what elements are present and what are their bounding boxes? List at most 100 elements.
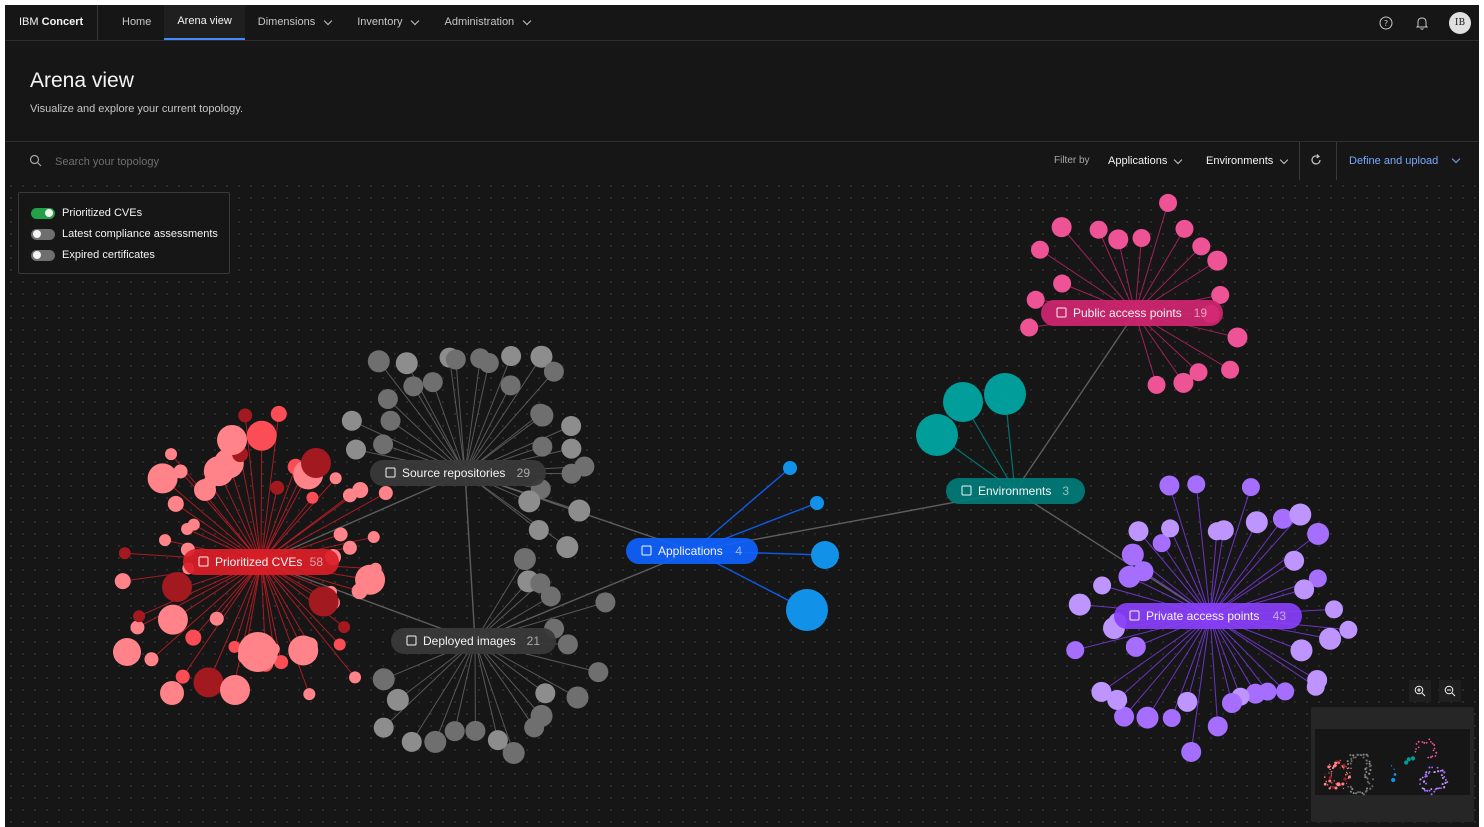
toggle-on-icon[interactable] [31, 207, 55, 219]
legend-item-prioritized-cves[interactable]: Prioritized CVEs [31, 207, 142, 219]
cve-node[interactable] [133, 610, 146, 623]
deployed-image-node[interactable] [513, 548, 536, 571]
public-access-node[interactable] [1132, 228, 1151, 247]
deployed-image-node[interactable] [540, 586, 561, 607]
cve-node[interactable] [187, 518, 200, 531]
environment-node[interactable] [984, 373, 1026, 415]
private-access-node[interactable] [1213, 520, 1234, 541]
filter-environments-dropdown[interactable]: Environments [1206, 142, 1289, 180]
deployed-image-node[interactable] [372, 668, 395, 691]
toggle-off-icon[interactable] [31, 249, 55, 261]
deployed-image-node[interactable] [444, 721, 465, 742]
source-repo-node[interactable] [501, 346, 522, 367]
refresh-icon[interactable] [1309, 153, 1323, 172]
public-access-node[interactable] [1020, 318, 1039, 337]
hub-private[interactable]: Private access points 43 [1114, 603, 1302, 629]
deployed-image-node[interactable] [401, 731, 422, 752]
deployed-image-node[interactable] [595, 592, 616, 613]
hub-cves[interactable]: Prioritized CVEs 58 [183, 549, 339, 575]
deployed-image-node[interactable] [566, 686, 589, 709]
deployed-image-node[interactable] [535, 683, 556, 704]
nav-inventory[interactable]: Inventory [344, 5, 431, 40]
cve-node[interactable] [351, 583, 368, 600]
toggle-off-icon[interactable] [31, 228, 55, 240]
hub-apps[interactable]: Applications 4 [626, 538, 758, 564]
private-access-node[interactable] [1276, 682, 1295, 701]
private-access-node[interactable] [1181, 741, 1202, 762]
cve-node[interactable] [352, 481, 369, 498]
hub-envs[interactable]: Environments 3 [946, 478, 1085, 504]
private-access-node[interactable] [1289, 503, 1312, 526]
cve-node[interactable] [301, 448, 331, 478]
hub-images[interactable]: Deployed images 21 [391, 628, 556, 654]
private-access-node[interactable] [1294, 579, 1315, 600]
cve-node[interactable] [162, 572, 192, 602]
private-access-node[interactable] [1093, 576, 1112, 595]
source-repo-node[interactable] [367, 350, 390, 373]
nav-administration[interactable]: Administration [431, 5, 543, 40]
cve-node[interactable] [306, 491, 319, 504]
deployed-image-node[interactable] [487, 730, 508, 751]
legend-item-compliance[interactable]: Latest compliance assessments [31, 228, 218, 240]
cve-node[interactable] [349, 671, 362, 684]
cve-node[interactable] [167, 495, 184, 512]
cve-node[interactable] [367, 531, 380, 544]
private-access-node[interactable] [1091, 681, 1112, 702]
cve-node[interactable] [238, 632, 278, 672]
source-repo-node[interactable] [373, 434, 394, 455]
source-repo-node[interactable] [528, 519, 549, 540]
chevron-down-icon[interactable] [1451, 154, 1461, 164]
cve-node[interactable] [175, 669, 190, 684]
public-access-node[interactable] [1159, 193, 1178, 212]
cve-node[interactable] [270, 480, 285, 495]
application-node[interactable] [810, 496, 824, 510]
public-access-node[interactable] [1108, 229, 1129, 250]
cve-node[interactable] [303, 688, 316, 701]
private-access-node[interactable] [1339, 620, 1358, 639]
private-access-node[interactable] [1136, 706, 1159, 729]
source-repo-node[interactable] [543, 361, 564, 382]
cve-node[interactable] [209, 611, 224, 626]
hub-public[interactable]: Public access points 19 [1041, 300, 1223, 326]
cve-node[interactable] [338, 621, 351, 634]
private-access-node[interactable] [1161, 519, 1180, 538]
cve-node[interactable] [238, 408, 253, 423]
public-access-node[interactable] [1053, 274, 1072, 293]
deployed-image-node[interactable] [373, 717, 394, 738]
cve-node[interactable] [185, 629, 202, 646]
nav-home[interactable]: Home [109, 5, 164, 40]
deployed-image-node[interactable] [524, 717, 545, 738]
private-access-node[interactable] [1307, 522, 1330, 545]
cve-node[interactable] [157, 604, 188, 635]
private-access-node[interactable] [1187, 475, 1206, 494]
private-access-node[interactable] [1177, 691, 1198, 712]
source-repo-node[interactable] [561, 416, 582, 437]
source-repo-node[interactable] [345, 439, 366, 460]
source-repo-node[interactable] [341, 410, 362, 431]
topology-canvas[interactable]: Prioritized CVEs 58 Source repositories 29 D… [5, 180, 1479, 827]
public-access-node[interactable] [1221, 360, 1240, 379]
source-repo-node[interactable] [561, 438, 582, 459]
public-access-node[interactable] [1175, 219, 1194, 238]
private-access-node[interactable] [1125, 636, 1146, 657]
private-access-node[interactable] [1068, 593, 1091, 616]
cve-node[interactable] [144, 652, 159, 667]
source-repo-node[interactable] [532, 436, 553, 457]
deployed-image-node[interactable] [424, 730, 447, 753]
public-access-node[interactable] [1089, 220, 1108, 239]
nav-arena-view[interactable]: Arena view [164, 5, 245, 40]
user-avatar[interactable]: IB [1449, 11, 1471, 34]
private-access-node[interactable] [1162, 709, 1181, 728]
nav-dimensions[interactable]: Dimensions [245, 5, 344, 40]
public-access-node[interactable] [1192, 237, 1211, 256]
deployed-image-node[interactable] [465, 720, 486, 741]
deployed-image-node[interactable] [588, 662, 609, 683]
cve-node[interactable] [159, 534, 172, 547]
private-access-node[interactable] [1066, 641, 1085, 660]
source-repo-node[interactable] [422, 372, 443, 393]
cve-node[interactable] [193, 667, 224, 698]
application-node[interactable] [786, 589, 828, 631]
source-repo-node[interactable] [377, 388, 398, 409]
cve-node[interactable] [329, 472, 342, 485]
notification-bell-icon[interactable] [1413, 14, 1431, 32]
